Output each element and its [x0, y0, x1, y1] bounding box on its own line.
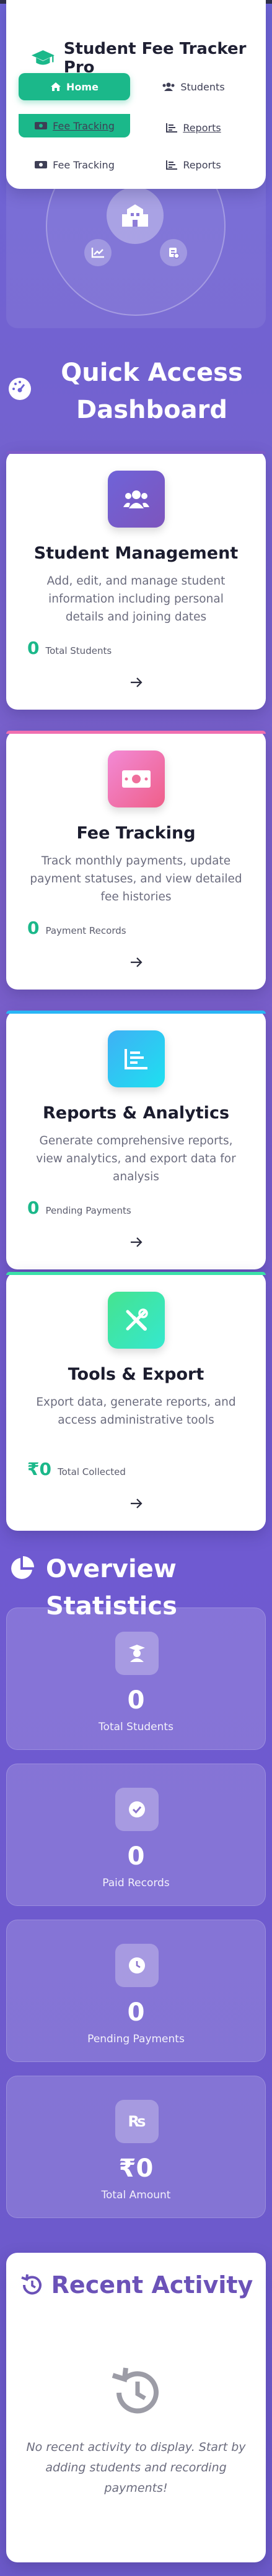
clock-icon [115, 1944, 159, 1987]
history-icon [112, 2367, 159, 2414]
stat-total-amount: ₨ ₹0 Total Amount [6, 2076, 266, 2218]
chart-line-icon [84, 239, 112, 266]
graduation-cap-icon [31, 50, 55, 65]
nav-fee-tracking[interactable]: Fee Tracking [19, 114, 130, 137]
card-title: Student Management [33, 544, 239, 563]
nav-fee-tracking-2[interactable]: Fee Tracking [19, 151, 130, 178]
arrow-right-icon[interactable] [125, 1231, 147, 1253]
quick-access-title: Quick Access Dashboard [61, 359, 243, 424]
brand: Student Fee Tracker Pro [31, 40, 266, 77]
history-icon [20, 2274, 42, 2295]
stat-value: 0 [127, 1842, 145, 1871]
arrow-right-icon[interactable] [125, 671, 147, 694]
arrow-right-icon[interactable] [125, 1492, 147, 1515]
stat-paid-records: 0 Paid Records [6, 1764, 266, 1906]
stat-value: 0 [127, 1998, 145, 2027]
card-reports-analytics[interactable]: Reports & Analytics Generate comprehensi… [6, 1011, 266, 1269]
stat-total-students: 0 Total Students [6, 1608, 266, 1750]
tachometer-icon [9, 378, 31, 400]
rupee-icon: ₨ [115, 2100, 159, 2143]
money-bill-icon [108, 751, 165, 807]
card-tools-export[interactable]: Tools & Export Export data, generate rep… [6, 1272, 266, 1531]
brand-title: Student Fee Tracker Pro [63, 40, 247, 77]
nav-students[interactable]: Students [138, 73, 249, 100]
list-chart-icon [108, 1030, 165, 1087]
recent-activity-title: Recent Activity [51, 2271, 253, 2299]
stat-pending-payments: 0 Pending Payments [6, 1920, 266, 2062]
list-chart-icon [166, 123, 178, 133]
card-description: Track monthly payments, update payment s… [30, 855, 242, 903]
card-title: Tools & Export [68, 1365, 204, 1384]
stat-label: Total Amount [101, 2189, 171, 2201]
empty-state-text: No recent activity to display. Start by … [26, 2440, 246, 2495]
stat-label: Paid Records [102, 1877, 170, 1889]
money-bill-icon [35, 122, 48, 129]
card-fee-tracking[interactable]: Fee Tracking Track monthly payments, upd… [6, 731, 266, 990]
users-icon [162, 82, 175, 91]
stat-value: 0 [127, 1686, 145, 1715]
card-student-management[interactable]: Student Management Add, edit, and manage… [6, 451, 266, 710]
nav-reports-2[interactable]: Reports [138, 151, 249, 178]
card-stat: 0 Total Students [27, 638, 112, 658]
stat-label: Pending Payments [87, 2033, 185, 2045]
card-stat: 0 Pending Payments [27, 1198, 131, 1218]
card-title: Fee Tracking [76, 824, 196, 843]
recent-activity-card: Recent Activity No recent activity to di… [6, 2253, 266, 2562]
school-building-icon [107, 187, 164, 244]
stat-label: Total Students [99, 1721, 173, 1733]
stat-value: ₹0 [118, 2154, 154, 2183]
pie-chart-icon [11, 1556, 34, 1579]
money-bill-icon [35, 161, 48, 168]
recent-activity-header: Recent Activity [6, 2271, 266, 2299]
arrow-right-icon[interactable] [125, 951, 147, 973]
check-circle-icon [115, 1788, 159, 1831]
graduate-icon [115, 1632, 159, 1675]
card-description: Generate comprehensive reports, view ana… [36, 1134, 236, 1183]
nav-home[interactable]: Home [19, 73, 130, 100]
card-description: Add, edit, and manage student informatio… [46, 575, 226, 624]
card-stat: ₹0 Total Collected [27, 1459, 126, 1479]
receipt-icon [160, 239, 187, 266]
users-icon [108, 471, 165, 528]
nav-reports[interactable]: Reports [138, 114, 249, 141]
tools-icon [108, 1292, 165, 1349]
card-title: Reports & Analytics [42, 1103, 230, 1123]
card-stat: 0 Payment Records [27, 918, 126, 938]
card-description: Export data, generate reports, and acces… [36, 1396, 236, 1427]
list-chart-icon [166, 160, 178, 170]
home-icon [51, 82, 61, 91]
